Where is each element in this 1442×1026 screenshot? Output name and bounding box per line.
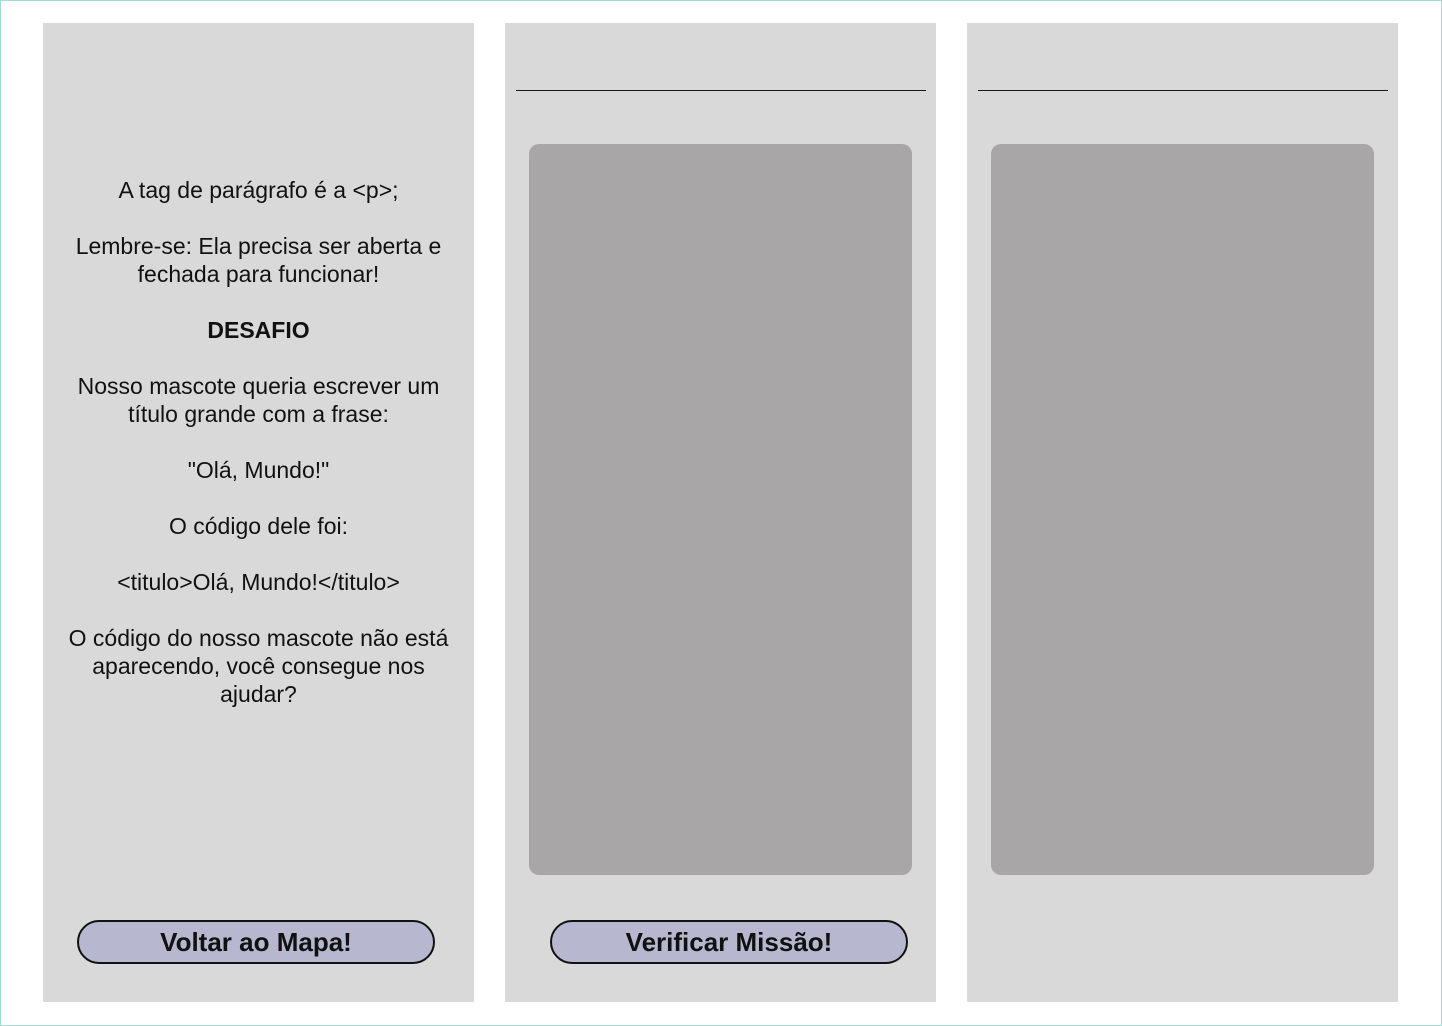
code-editor-area[interactable] xyxy=(529,144,912,875)
editor-header-divider xyxy=(516,90,926,91)
preview-header-divider xyxy=(978,90,1388,91)
preview-output-area xyxy=(991,144,1374,875)
verify-mission-button[interactable]: Verificar Missão! xyxy=(550,920,908,964)
help-question: O código do nosso mascote não está apare… xyxy=(68,625,449,707)
instructions-panel: A tag de parágrafo é a <p>; Lembre-se: E… xyxy=(43,23,474,1002)
code-intro: O código dele foi: xyxy=(168,513,348,539)
instructions-text: A tag de parágrafo é a <p>; Lembre-se: E… xyxy=(63,176,454,736)
preview-panel xyxy=(967,23,1398,1002)
challenge-heading: DESAFIO xyxy=(207,317,310,343)
challenge-description: Nosso mascote queria escrever um título … xyxy=(77,373,440,427)
challenge-phrase: "Olá, Mundo!" xyxy=(187,457,330,483)
reminder-text: Lembre-se: Ela precisa ser aberta e fech… xyxy=(75,233,442,287)
mascot-code: <titulo>Olá, Mundo!</titulo> xyxy=(117,569,400,595)
back-to-map-button[interactable]: Voltar ao Mapa! xyxy=(77,920,435,964)
code-editor-panel: Verificar Missão! xyxy=(505,23,936,1002)
paragraph-tag-hint: A tag de parágrafo é a <p>; xyxy=(118,177,399,203)
